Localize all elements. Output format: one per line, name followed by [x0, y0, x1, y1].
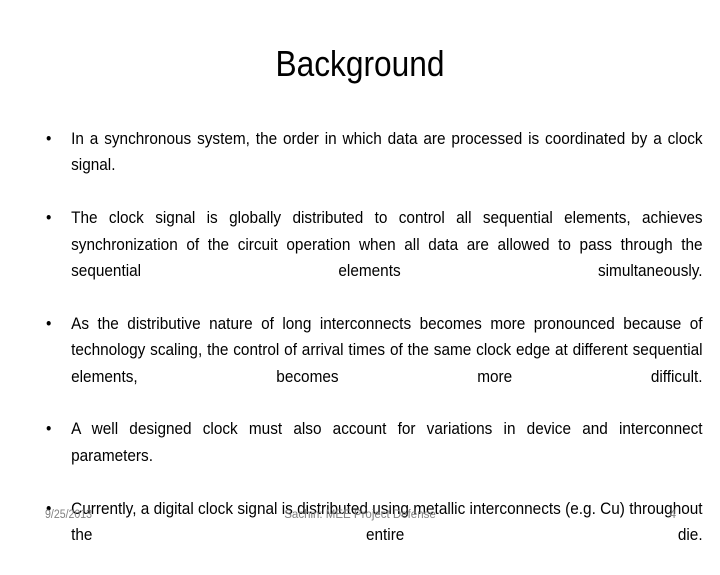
list-item: • A well designed clock must also accoun…: [46, 416, 703, 495]
footer-title: Sachin: MEE Project Defense: [284, 509, 436, 521]
list-item: • In a synchronous system, the order in …: [46, 126, 703, 205]
list-item-text: The clock signal is globally distributed…: [71, 209, 703, 281]
slide-footer: 9/25/2013 Sachin: MEE Project Defense 4: [0, 500, 720, 540]
footer-page-number: 4: [669, 509, 676, 521]
list-item-text: In a synchronous system, the order in wh…: [71, 130, 703, 175]
page-title: Background: [275, 43, 445, 84]
bullet-icon: •: [46, 420, 52, 439]
list-item-text: A well designed clock must also account …: [71, 420, 703, 465]
list-item-text: As the distributive nature of long inter…: [71, 314, 703, 386]
slide: Background • In a synchronous system, th…: [0, 0, 720, 544]
bullet-icon: •: [46, 314, 52, 333]
bullet-icon: •: [46, 209, 52, 228]
list-item: • As the distributive nature of long int…: [46, 311, 703, 417]
list-item: • The clock signal is globally distribut…: [46, 205, 703, 311]
bullet-icon: •: [46, 130, 52, 148]
